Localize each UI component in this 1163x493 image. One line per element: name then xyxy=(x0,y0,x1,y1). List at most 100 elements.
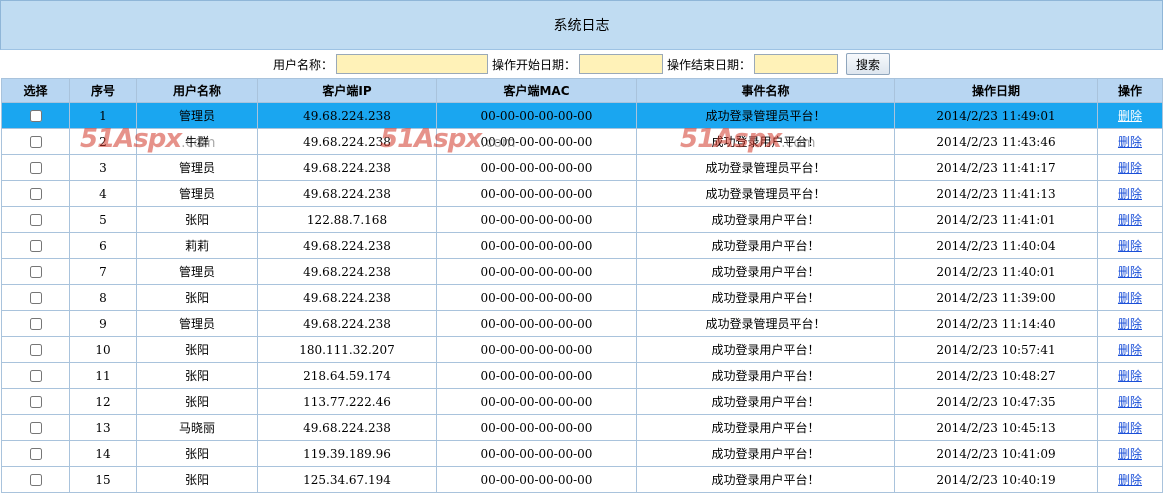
row-action-cell[interactable]: 删除 xyxy=(1097,440,1163,467)
row-checkbox[interactable] xyxy=(29,188,42,200)
col-header-index: 序号 xyxy=(69,78,137,103)
table-row[interactable]: 5 张阳 122.88.7.168 00-00-00-00-00-00 成功登录用户平台… xyxy=(1,206,1163,233)
row-index-cell: 3 xyxy=(69,154,137,181)
table-row[interactable]: 7 管理员 49.68.224.238 00-00-00-00-00-00 成功登录用户… xyxy=(1,258,1163,285)
table-row[interactable]: 9 管理员 49.68.224.238 00-00-00-00-00-00 成功登录管理… xyxy=(1,310,1163,337)
row-action-cell[interactable]: 删除 xyxy=(1097,258,1163,285)
page-title: 系统日志 xyxy=(553,18,610,34)
table-row[interactable]: 14 张阳 119.39.189.96 00-00-00-00-00-00 成功登录用户… xyxy=(1,440,1163,467)
row-checkbox[interactable] xyxy=(29,162,42,174)
table-row[interactable]: 11 张阳 218.64.59.174 00-00-00-00-00-00 成功登录用户… xyxy=(1,362,1163,389)
row-user-cell: 张阳 xyxy=(136,388,258,415)
row-action-cell[interactable]: 删除 xyxy=(1097,414,1163,441)
row-action-cell[interactable]: 删除 xyxy=(1097,128,1163,155)
table-row[interactable]: 1 管理员 49.68.224.238 00-00-00-00-00-00 成功登录管理… xyxy=(1,102,1163,129)
row-mac-cell: 00-00-00-00-00-00 xyxy=(436,154,637,181)
delete-link[interactable]: 删除 xyxy=(1118,187,1142,201)
table-row[interactable]: 4 管理员 49.68.224.238 00-00-00-00-00-00 成功登录管理… xyxy=(1,180,1163,207)
row-checkbox[interactable] xyxy=(29,474,42,486)
row-checkbox[interactable] xyxy=(29,110,42,122)
row-action-cell[interactable]: 删除 xyxy=(1097,102,1163,129)
row-date-cell: 2014/2/23 10:48:27 xyxy=(894,362,1098,389)
row-action-cell[interactable]: 删除 xyxy=(1097,232,1163,259)
row-action-cell[interactable]: 删除 xyxy=(1097,154,1163,181)
row-select-cell[interactable] xyxy=(1,258,70,285)
row-checkbox[interactable] xyxy=(29,344,42,356)
search-button[interactable]: 搜索 xyxy=(846,53,891,75)
col-header-select: 选择 xyxy=(1,78,70,103)
row-select-cell[interactable] xyxy=(1,206,70,233)
row-select-cell[interactable] xyxy=(1,388,70,415)
row-select-cell[interactable] xyxy=(1,180,70,207)
end-date-input[interactable] xyxy=(754,54,839,74)
delete-link[interactable]: 删除 xyxy=(1118,369,1142,383)
table-row[interactable]: 3 管理员 49.68.224.238 00-00-00-00-00-00 成功登录管理… xyxy=(1,154,1163,181)
row-select-cell[interactable] xyxy=(1,362,70,389)
row-action-cell[interactable]: 删除 xyxy=(1097,206,1163,233)
row-action-cell[interactable]: 删除 xyxy=(1097,310,1163,337)
row-action-cell[interactable]: 删除 xyxy=(1097,180,1163,207)
row-date-cell: 2014/2/23 11:41:01 xyxy=(894,206,1098,233)
row-mac-cell: 00-00-00-00-00-00 xyxy=(436,310,637,337)
row-mac-cell: 00-00-00-00-00-00 xyxy=(436,102,637,129)
row-action-cell[interactable]: 删除 xyxy=(1097,466,1163,493)
delete-link[interactable]: 删除 xyxy=(1118,109,1142,123)
row-event-cell: 成功登录管理员平台！ xyxy=(636,102,895,129)
row-select-cell[interactable] xyxy=(1,440,70,467)
table-row[interactable]: 6 莉莉 49.68.224.238 00-00-00-00-00-00 成功登录用户平… xyxy=(1,232,1163,259)
delete-link[interactable]: 删除 xyxy=(1118,239,1142,253)
row-checkbox[interactable] xyxy=(29,214,42,226)
delete-link[interactable]: 删除 xyxy=(1118,421,1142,435)
row-select-cell[interactable] xyxy=(1,128,70,155)
row-checkbox[interactable] xyxy=(29,292,42,304)
row-index-cell: 4 xyxy=(69,180,137,207)
row-select-cell[interactable] xyxy=(1,414,70,441)
row-select-cell[interactable] xyxy=(1,284,70,311)
row-action-cell[interactable]: 删除 xyxy=(1097,336,1163,363)
row-checkbox[interactable] xyxy=(29,396,42,408)
row-select-cell[interactable] xyxy=(1,466,70,493)
delete-link[interactable]: 删除 xyxy=(1118,395,1142,409)
table-row[interactable]: 15 张阳 125.34.67.194 00-00-00-00-00-00 成功登录用户… xyxy=(1,466,1163,493)
row-ip-cell: 49.68.224.238 xyxy=(257,180,437,207)
row-user-cell: 管理员 xyxy=(136,310,258,337)
row-checkbox[interactable] xyxy=(29,266,42,278)
row-checkbox[interactable] xyxy=(29,136,42,148)
row-select-cell[interactable] xyxy=(1,336,70,363)
row-mac-cell: 00-00-00-00-00-00 xyxy=(436,206,637,233)
row-action-cell[interactable]: 删除 xyxy=(1097,388,1163,415)
row-select-cell[interactable] xyxy=(1,232,70,259)
row-action-cell[interactable]: 删除 xyxy=(1097,284,1163,311)
delete-link[interactable]: 删除 xyxy=(1118,213,1142,227)
row-checkbox[interactable] xyxy=(29,370,42,382)
row-user-cell: 张阳 xyxy=(136,466,258,493)
table-row[interactable]: 8 张阳 49.68.224.238 00-00-00-00-00-00 成功登录用户平… xyxy=(1,284,1163,311)
table-row[interactable]: 2 牛群 49.68.224.238 00-00-00-00-00-00 成功登录用户平… xyxy=(1,128,1163,155)
row-ip-cell: 49.68.224.238 xyxy=(257,102,437,129)
row-index-cell: 8 xyxy=(69,284,137,311)
col-header-mac: 客户端MAC xyxy=(436,78,637,103)
row-checkbox[interactable] xyxy=(29,240,42,252)
row-checkbox[interactable] xyxy=(29,422,42,434)
delete-link[interactable]: 删除 xyxy=(1118,317,1142,331)
delete-link[interactable]: 删除 xyxy=(1118,291,1142,305)
row-event-cell: 成功登录用户平台！ xyxy=(636,466,895,493)
table-row[interactable]: 12 张阳 113.77.222.46 00-00-00-00-00-00 成功登录用户… xyxy=(1,388,1163,415)
delete-link[interactable]: 删除 xyxy=(1118,161,1142,175)
row-action-cell[interactable]: 删除 xyxy=(1097,362,1163,389)
user-name-input[interactable] xyxy=(335,54,488,74)
delete-link[interactable]: 删除 xyxy=(1118,473,1142,487)
table-row[interactable]: 10 张阳 180.111.32.207 00-00-00-00-00-00 成功登录用… xyxy=(1,336,1163,363)
table-row[interactable]: 13 马晓丽 49.68.224.238 00-00-00-00-00-00 成功登录用… xyxy=(1,414,1163,441)
row-select-cell[interactable] xyxy=(1,102,70,129)
row-select-cell[interactable] xyxy=(1,154,70,181)
row-checkbox[interactable] xyxy=(29,448,42,460)
delete-link[interactable]: 删除 xyxy=(1118,343,1142,357)
row-index-cell: 9 xyxy=(69,310,137,337)
delete-link[interactable]: 删除 xyxy=(1118,265,1142,279)
row-select-cell[interactable] xyxy=(1,310,70,337)
delete-link[interactable]: 删除 xyxy=(1118,447,1142,461)
row-checkbox[interactable] xyxy=(29,318,42,330)
delete-link[interactable]: 删除 xyxy=(1118,135,1142,149)
start-date-input[interactable] xyxy=(579,54,663,74)
